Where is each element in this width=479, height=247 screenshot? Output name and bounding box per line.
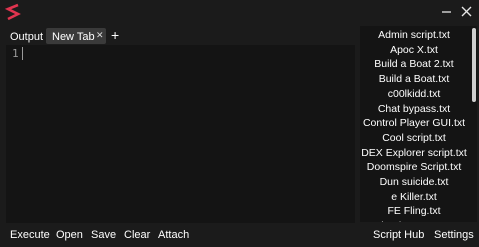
script-list-item[interactable]: Build a Boat 2.txt	[360, 58, 468, 70]
script-list-item[interactable]: Build a Boat.txt	[360, 73, 468, 85]
text-cursor	[22, 47, 23, 60]
script-list-item[interactable]: Apoc X.txt	[360, 44, 468, 56]
line-number: 1	[12, 47, 19, 60]
close-icon[interactable]	[458, 2, 476, 20]
script-list-item[interactable]: DEX Explorer script.txt	[360, 147, 468, 159]
add-tab-icon[interactable]: +	[111, 27, 119, 43]
attach-button[interactable]: Attach	[158, 229, 189, 241]
clear-button[interactable]: Clear	[124, 229, 150, 241]
script-list-item[interactable]: Control Player GUI.txt	[360, 117, 468, 129]
script-list-item[interactable]: Admin script.txt	[360, 29, 468, 41]
tab-bar: Output New Tab ✕ +	[0, 27, 356, 45]
save-button[interactable]: Save	[91, 229, 116, 241]
title-bar	[0, 0, 479, 24]
open-button[interactable]: Open	[56, 229, 83, 241]
script-list-item[interactable]: Doomspire Script.txt	[360, 161, 468, 173]
s-logo-icon	[4, 3, 21, 21]
tab-new-tab[interactable]: New Tab ✕	[46, 28, 106, 44]
script-list-item[interactable]: FE Fling.txt	[360, 205, 468, 217]
script-list-item[interactable]: e Killer.txt	[360, 191, 468, 203]
code-editor[interactable]: 1	[6, 45, 355, 223]
tab-label: New Tab	[52, 31, 95, 43]
settings-button[interactable]: Settings	[434, 229, 474, 241]
script-hub-button[interactable]: Script Hub	[373, 229, 424, 241]
script-list-item[interactable]: Flood Escape.txt	[360, 220, 468, 222]
script-list-item[interactable]: Cool script.txt	[360, 132, 468, 144]
scrollbar-thumb[interactable]	[472, 28, 476, 102]
script-list-item[interactable]: Dun suicide.txt	[360, 176, 468, 188]
minimize-icon[interactable]	[438, 2, 456, 20]
script-list-item[interactable]: c00lkidd.txt	[360, 88, 468, 100]
tab-close-icon[interactable]: ✕	[96, 30, 104, 41]
script-list: Admin script.txt Apoc X.txt Build a Boat 2…	[360, 26, 477, 222]
script-list-item[interactable]: Chat bypass.txt	[360, 103, 468, 115]
tab-output[interactable]: Output	[10, 31, 43, 43]
execute-button[interactable]: Execute	[10, 229, 50, 241]
